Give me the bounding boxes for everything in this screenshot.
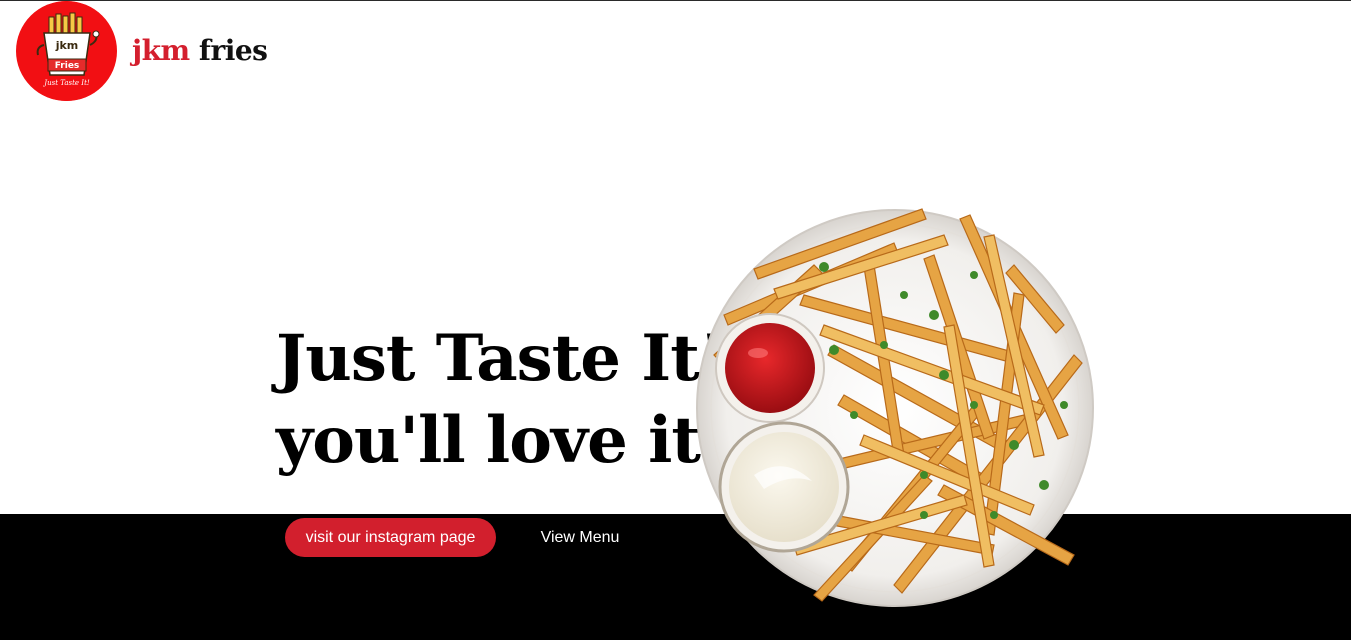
instagram-button[interactable]: visit our instagram page: [285, 518, 496, 557]
fries-plate-icon: [696, 208, 1094, 607]
fries-mascot-icon: jkm Fries Just Taste It!: [16, 1, 117, 101]
hero-title-line1: Just Taste It!: [276, 321, 727, 396]
fries-plate-image: [694, 205, 1096, 617]
bottom-band: [0, 514, 1351, 640]
hero-title-line2: you'll love it: [276, 403, 701, 478]
logo-top-text: jkm: [55, 39, 79, 52]
hero-title: Just Taste It! you'll love it: [276, 318, 727, 482]
brand-name[interactable]: jkm fries: [132, 34, 268, 67]
brand-name-part1: jkm: [132, 34, 190, 67]
view-menu-link[interactable]: View Menu: [528, 518, 632, 557]
logo-badge[interactable]: jkm Fries Just Taste It!: [16, 1, 117, 101]
logo-tagline: Just Taste It!: [42, 79, 90, 87]
site-header: jkm Fries Just Taste It! jkm fries: [0, 0, 1351, 110]
brand-name-part2: fries: [198, 34, 268, 67]
logo-mid-text: Fries: [55, 61, 80, 71]
